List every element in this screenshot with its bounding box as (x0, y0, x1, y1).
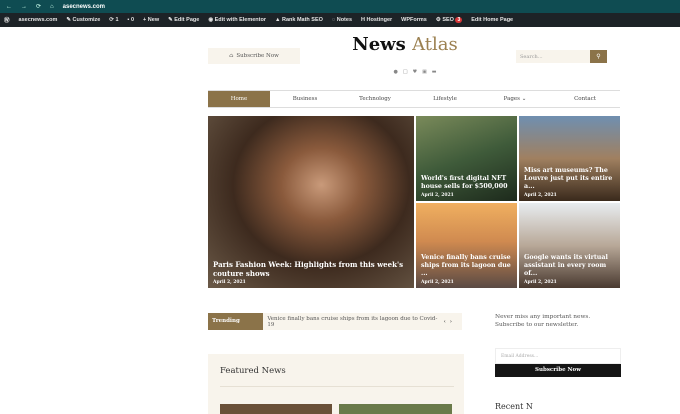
trending-bar: Trending Today Venice finally bans cruis… (208, 313, 462, 341)
post-date: April 2, 2021 (524, 193, 557, 198)
post-title[interactable]: World's first digital NFT house sells fo… (421, 175, 513, 191)
chevron-right-icon[interactable]: › (450, 319, 456, 325)
nav-pages[interactable]: Pages ⌄ (480, 91, 550, 107)
post-date: April 2, 2021 (213, 280, 246, 285)
logo-b: Atlas (412, 34, 458, 55)
reload-icon[interactable]: ⟳ (36, 3, 41, 10)
featured-thumb[interactable] (220, 404, 332, 414)
recent-news-title: Recent N (495, 402, 533, 411)
search-button[interactable]: ⚲ (590, 50, 607, 63)
label: Edit with Elementor (214, 17, 266, 23)
admin-seo[interactable]: ⚙ SEO 3 (436, 17, 463, 23)
bell-icon: ⌂ (229, 53, 234, 59)
admin-wpforms[interactable]: WPForms (401, 17, 427, 23)
youtube-icon[interactable]: ▬ (432, 69, 437, 75)
label: Notes (336, 17, 352, 23)
section-title: Featured News (220, 366, 286, 376)
back-icon[interactable]: ← (6, 4, 12, 10)
post-title[interactable]: Miss art museums? The Louvre just put it… (524, 167, 616, 191)
trending-label: Trending Today (208, 313, 264, 341)
label: Pages (503, 96, 520, 102)
nav-contact[interactable]: Contact (550, 91, 620, 107)
label: Hostinger (366, 17, 393, 23)
label: New (147, 17, 160, 23)
url-bar[interactable]: asecnews.com (63, 4, 105, 10)
admin-rankmath[interactable]: ▲ Rank Math SEO (275, 17, 323, 23)
seo-badge: 3 (455, 17, 463, 23)
linkedin-icon[interactable]: ▣ (422, 69, 427, 75)
social-links: ● □ ♥ ▣ ▬ (380, 69, 450, 75)
label: 1 (115, 17, 119, 23)
newsletter-subscribe-button[interactable]: Subscribe Now (495, 364, 621, 377)
post-card-nft[interactable]: World's first digital NFT house sells fo… (416, 116, 517, 201)
admin-edit-home[interactable]: Edit Home Page (471, 17, 513, 23)
nav-business[interactable]: Business (270, 91, 340, 107)
featured-thumb[interactable] (339, 404, 452, 414)
label: Subscribe Now (236, 53, 279, 59)
nav-technology[interactable]: Technology (340, 91, 410, 107)
label: 0 (130, 17, 135, 23)
nav-lifestyle[interactable]: Lifestyle (410, 91, 480, 107)
home-icon[interactable]: ⌂ (50, 4, 54, 10)
wp-admin-bar: Ⓦ asecnews.com ✎ Customize ⟳ 1 ▪ 0 + New… (0, 13, 680, 27)
label: SEO (442, 17, 454, 23)
label: Rank Math SEO (281, 17, 323, 23)
post-date: April 2, 2021 (421, 193, 454, 198)
admin-customize[interactable]: ✎ Customize (66, 17, 100, 23)
post-date: April 2, 2021 (524, 280, 557, 285)
admin-notes[interactable]: ◌ Notes (332, 17, 352, 23)
nav-home[interactable]: Home (208, 91, 270, 107)
featured-news-section: Featured News (208, 354, 464, 414)
forward-icon[interactable]: → (21, 4, 27, 10)
admin-edit-page[interactable]: ✎ Edit Page (168, 17, 199, 23)
newsletter-text: Never miss any important news. Subscribe… (495, 314, 591, 328)
chevron-down-icon: ⌄ (521, 96, 527, 102)
email-input[interactable]: Email Address... (495, 348, 621, 364)
wordpress-icon[interactable]: Ⓦ (4, 16, 10, 24)
facebook-icon[interactable]: ● (393, 69, 397, 75)
admin-comments[interactable]: ▪ 0 (128, 17, 135, 23)
post-card-louvre[interactable]: Miss art museums? The Louvre just put it… (519, 116, 620, 201)
post-card-venice[interactable]: Venice finally bans cruise ships from it… (416, 203, 517, 288)
site-logo[interactable]: News Atlas (330, 34, 480, 55)
subscribe-button[interactable]: ⌂ Subscribe Now (208, 48, 300, 64)
post-card-google[interactable]: Google wants its virtual assistant in ev… (519, 203, 620, 288)
divider (220, 386, 454, 387)
admin-hostinger[interactable]: H Hostinger (361, 17, 392, 23)
label: Customize (72, 17, 101, 23)
logo-a: News (352, 34, 406, 55)
admin-updates[interactable]: ⟳ 1 (109, 17, 118, 23)
admin-site[interactable]: asecnews.com (19, 17, 58, 23)
post-title[interactable]: Venice finally bans cruise ships from it… (421, 254, 513, 278)
post-title[interactable]: Paris Fashion Week: Highlights from this… (213, 260, 410, 278)
post-card-fashion[interactable]: Paris Fashion Week: Highlights from this… (208, 116, 414, 288)
trending-headline[interactable]: Venice finally bans cruise ships from it… (267, 316, 443, 328)
label: Edit Page (174, 17, 200, 23)
browser-toolbar: ← → ⟳ ⌂ asecnews.com (0, 0, 680, 13)
main-nav: Home Business Technology Lifestyle Pages… (208, 90, 620, 108)
search-icon: ⚲ (596, 53, 601, 60)
instagram-icon[interactable]: □ (403, 69, 408, 75)
post-title[interactable]: Google wants its virtual assistant in ev… (524, 254, 616, 278)
post-date: April 2, 2021 (421, 280, 454, 285)
admin-new[interactable]: + New (143, 17, 159, 23)
admin-elementor[interactable]: ◉ Edit with Elementor (208, 17, 266, 23)
twitter-icon[interactable]: ♥ (413, 69, 417, 75)
search-input[interactable]: Search... (516, 50, 590, 63)
